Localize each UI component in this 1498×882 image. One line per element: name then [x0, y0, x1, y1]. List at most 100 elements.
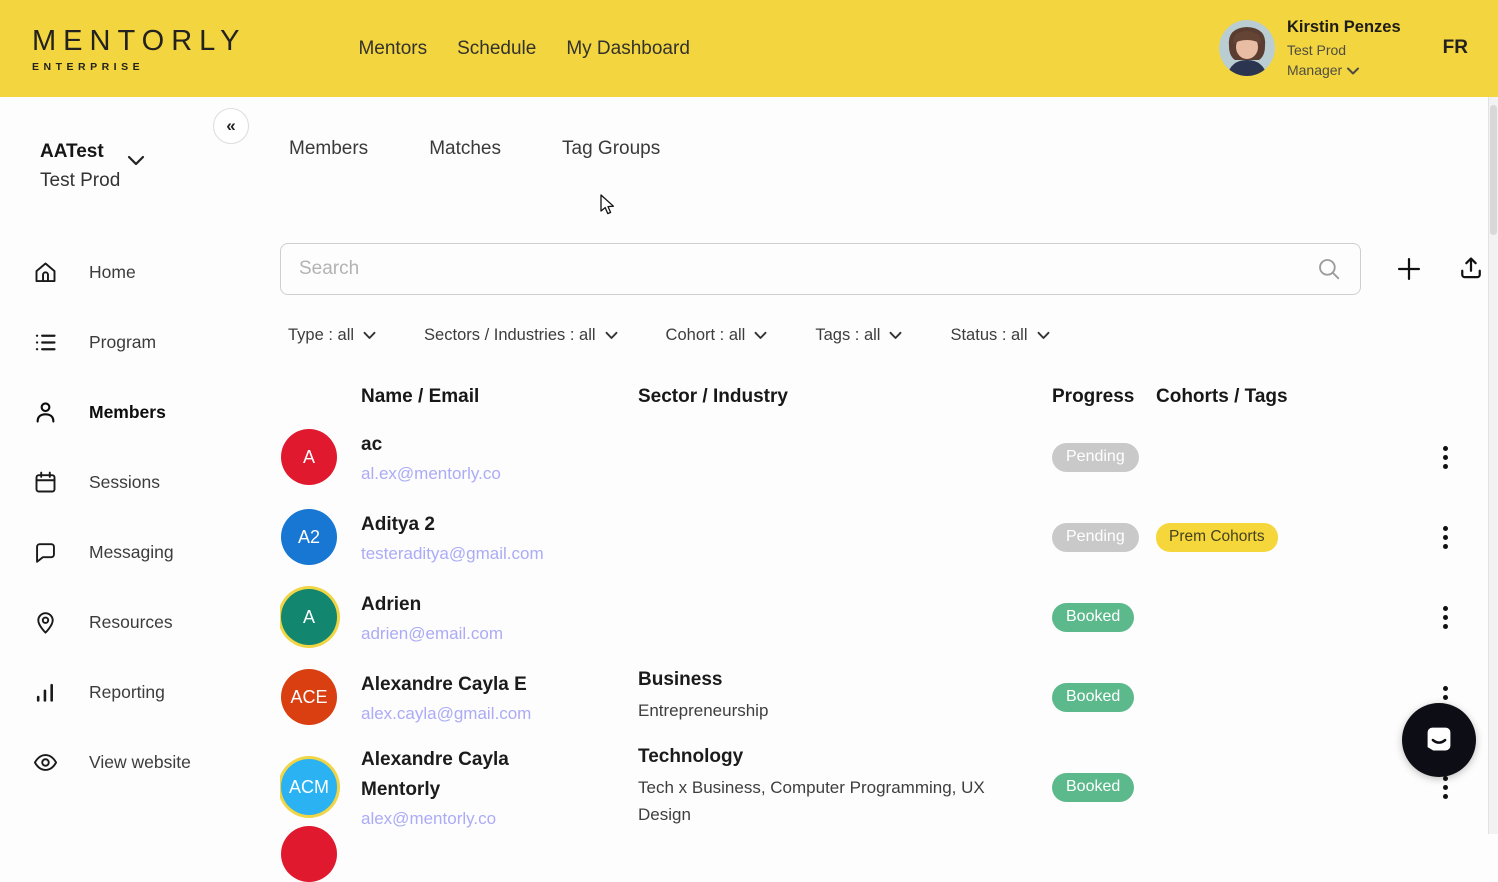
home-icon — [32, 259, 59, 286]
sidebar-collapse-button[interactable]: « — [213, 108, 249, 144]
member-email[interactable]: testeraditya@gmail.com — [361, 544, 638, 564]
sidebar-item-program[interactable]: Program — [0, 307, 280, 377]
tab-matches[interactable]: Matches — [429, 138, 501, 160]
tab-members[interactable]: Members — [289, 138, 368, 160]
search-input[interactable] — [299, 258, 1316, 280]
chat-smile-icon — [1420, 721, 1458, 759]
member-email[interactable]: alex@mentorly.co — [361, 809, 638, 829]
sidebar-item-resources[interactable]: Resources — [0, 587, 280, 657]
main-content: Members Matches Tag Groups — [280, 97, 1498, 834]
sidebar-item-label: Resources — [89, 612, 173, 633]
member-name[interactable]: Alexandre Cayla Mentorly — [361, 745, 571, 804]
user-info: Kirstin Penzes Test Prod Manager — [1287, 16, 1401, 81]
member-sector: Business — [638, 669, 1052, 691]
sidebar-item-messaging[interactable]: Messaging — [0, 517, 280, 587]
add-member-button[interactable] — [1395, 255, 1423, 283]
user-avatar[interactable] — [1219, 20, 1275, 76]
status-badge: Pending — [1052, 443, 1139, 472]
member-tabs: Members Matches Tag Groups — [289, 138, 660, 160]
map-pin-icon — [32, 609, 59, 636]
filter-cohort[interactable]: Cohort : all — [666, 326, 768, 345]
sidebar-item-sessions[interactable]: Sessions — [0, 447, 280, 517]
upload-icon — [1457, 255, 1485, 283]
search-bar — [280, 243, 1361, 295]
member-name[interactable]: Aditya 2 — [361, 510, 571, 539]
chevron-down-icon — [605, 331, 618, 340]
table-row[interactable]: ACM Alexandre Cayla Mentorly alex@mentor… — [281, 737, 1485, 837]
sidebar-item-reporting[interactable]: Reporting — [0, 657, 280, 727]
logo-title: MENTORLY — [32, 25, 246, 58]
avatar — [281, 826, 337, 882]
workspace-name: AATest — [40, 137, 120, 166]
avatar: A2 — [281, 509, 337, 565]
member-email[interactable]: alex.cayla@gmail.com — [361, 704, 638, 724]
list-icon — [32, 329, 59, 356]
search-icon[interactable] — [1316, 256, 1342, 282]
sidebar-item-home[interactable]: Home — [0, 237, 280, 307]
calendar-icon — [32, 469, 59, 496]
sidebar-item-label: Members — [89, 402, 166, 423]
member-name[interactable]: Alexandre Cayla E — [361, 670, 571, 699]
filter-sectors[interactable]: Sectors / Industries : all — [424, 326, 618, 345]
page-scrollbar[interactable] — [1488, 97, 1498, 834]
table-header: Name / Email Sector / Industry Progress … — [281, 377, 1485, 417]
chevron-down-icon — [1347, 67, 1359, 75]
chat-bubble-icon — [32, 539, 59, 566]
mentorly-logo[interactable]: MENTORLY ENTERPRISE — [32, 25, 246, 73]
table-row[interactable]: A Adrien adrien@email.com Booked — [281, 577, 1485, 657]
column-cohorts-tags: Cohorts / Tags — [1156, 386, 1425, 408]
sidebar-item-view-website[interactable]: View website — [0, 727, 280, 797]
member-name[interactable]: ac — [361, 430, 571, 459]
sidebar-item-members[interactable]: Members — [0, 377, 280, 447]
user-photo-icon — [1219, 20, 1275, 76]
column-name-email: Name / Email — [361, 386, 638, 408]
row-menu-button[interactable] — [1439, 522, 1452, 553]
status-badge: Booked — [1052, 603, 1134, 632]
avatar: A — [281, 429, 337, 485]
filter-tags[interactable]: Tags : all — [815, 326, 902, 345]
upload-button[interactable] — [1457, 255, 1485, 283]
chevron-down-icon — [1037, 331, 1050, 340]
nav-my-dashboard[interactable]: My Dashboard — [566, 38, 690, 60]
column-sector-industry: Sector / Industry — [638, 386, 1052, 408]
row-menu-button[interactable] — [1439, 602, 1452, 633]
user-org: Test Prod — [1287, 40, 1401, 60]
mouse-cursor — [598, 193, 618, 217]
filter-type[interactable]: Type : all — [288, 326, 376, 345]
chevron-down-icon[interactable] — [127, 155, 145, 166]
tab-tag-groups[interactable]: Tag Groups — [562, 138, 660, 160]
cohort-tag-badge[interactable]: Prem Cohorts — [1156, 523, 1278, 552]
table-row[interactable]: A ac al.ex@mentorly.co Pending — [281, 417, 1485, 497]
logo-subtitle: ENTERPRISE — [32, 61, 246, 73]
sidebar-item-label: View website — [89, 752, 191, 773]
member-sector-detail: Tech x Business, Computer Programming, U… — [638, 775, 1008, 828]
member-email[interactable]: al.ex@mentorly.co — [361, 464, 638, 484]
filter-bar: Type : all Sectors / Industries : all Co… — [288, 326, 1050, 345]
scrollbar-thumb[interactable] — [1490, 105, 1497, 235]
chevron-down-icon — [889, 331, 902, 340]
chevron-down-icon — [754, 331, 767, 340]
table-row[interactable]: A2 Aditya 2 testeraditya@gmail.com Pendi… — [281, 497, 1485, 577]
language-toggle[interactable]: FR — [1443, 37, 1468, 59]
filter-status[interactable]: Status : all — [950, 326, 1049, 345]
plus-icon — [1395, 255, 1423, 283]
member-email[interactable]: adrien@email.com — [361, 624, 638, 644]
avatar: ACE — [281, 669, 337, 725]
sidebar-item-label: Program — [89, 332, 156, 353]
sidebar-item-label: Home — [89, 262, 136, 283]
member-sector-detail: Entrepreneurship — [638, 698, 1008, 724]
top-navigation: Mentors Schedule My Dashboard — [358, 38, 689, 60]
table-row[interactable]: ACE Alexandre Cayla E alex.cayla@gmail.c… — [281, 657, 1485, 737]
nav-mentors[interactable]: Mentors — [358, 38, 427, 60]
chat-launcher-button[interactable] — [1402, 703, 1476, 777]
members-table: Name / Email Sector / Industry Progress … — [281, 377, 1485, 837]
member-name[interactable]: Adrien — [361, 590, 571, 619]
member-sector: Technology — [638, 746, 1052, 768]
sidebar-nav: Home Program Members S — [0, 237, 280, 797]
workspace-selector[interactable]: AATest Test Prod — [40, 137, 120, 196]
eye-icon — [32, 749, 59, 776]
row-menu-button[interactable] — [1439, 442, 1452, 473]
nav-schedule[interactable]: Schedule — [457, 38, 536, 60]
user-role-menu[interactable]: Manager — [1287, 60, 1401, 80]
status-badge: Booked — [1052, 773, 1134, 802]
